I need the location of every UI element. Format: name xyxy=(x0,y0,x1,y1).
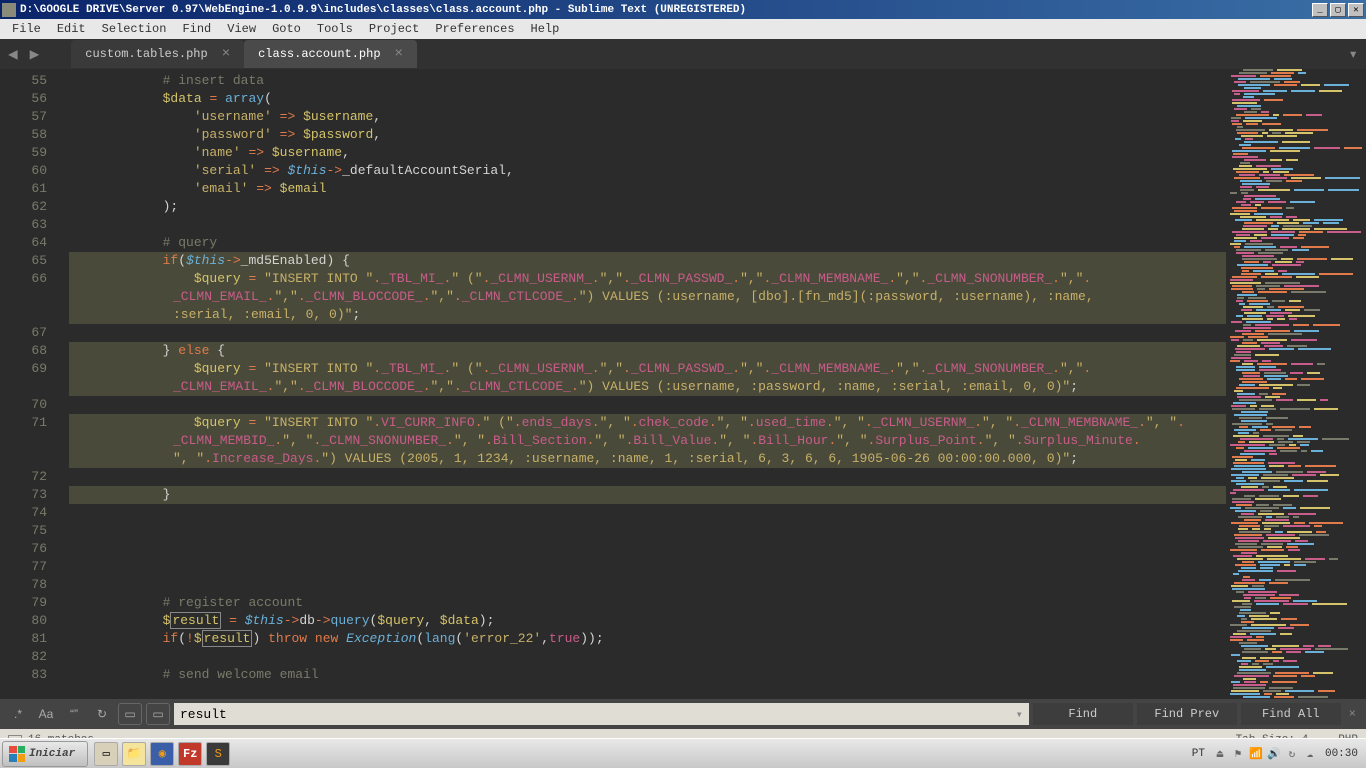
tab-close-icon[interactable]: × xyxy=(395,46,403,62)
tray-sync-icon[interactable]: ↻ xyxy=(1285,747,1299,761)
code-editor[interactable]: 5556575859606162636465666768697071727374… xyxy=(0,69,1226,699)
window-titlebar: D:\GOOGLE DRIVE\Server 0.97\WebEngine-1.… xyxy=(0,0,1366,19)
window-title: D:\GOOGLE DRIVE\Server 0.97\WebEngine-1.… xyxy=(20,4,1312,16)
show-desktop-icon[interactable]: ▭ xyxy=(94,742,118,766)
find-highlight-toggle[interactable]: ▭ xyxy=(146,703,170,725)
filezilla-icon[interactable]: Fz xyxy=(178,742,202,766)
find-input-wrapper: ▾ xyxy=(174,703,1029,725)
line-gutter: 5556575859606162636465666768697071727374… xyxy=(0,69,55,699)
sublime-icon[interactable]: S xyxy=(206,742,230,766)
nav-back-icon[interactable]: ◀ xyxy=(8,44,18,64)
tray-action-center-icon[interactable]: ⚑ xyxy=(1231,747,1245,761)
nav-forward-icon[interactable]: ▶ xyxy=(30,44,40,64)
maximize-button[interactable]: ▢ xyxy=(1330,3,1346,17)
tab-close-icon[interactable]: × xyxy=(222,46,230,62)
find-regex-toggle[interactable]: .* xyxy=(6,703,30,725)
menu-edit[interactable]: Edit xyxy=(49,20,94,38)
find-case-toggle[interactable]: Aa xyxy=(34,703,58,725)
tab-class-account[interactable]: class.account.php × xyxy=(244,40,417,68)
find-all-button[interactable]: Find All xyxy=(1241,703,1341,725)
find-history-dropdown-icon[interactable]: ▾ xyxy=(1016,707,1023,722)
editor-area: 5556575859606162636465666768697071727374… xyxy=(0,69,1366,699)
find-button[interactable]: Find xyxy=(1033,703,1133,725)
start-label: Iniciar xyxy=(29,748,75,760)
menu-find[interactable]: Find xyxy=(174,20,219,38)
windows-taskbar: Iniciar ▭ 📁 ◉ Fz S PT ⏏ ⚑ 📶 🔊 ↻ ☁ 00:30 xyxy=(0,738,1366,768)
menu-preferences[interactable]: Preferences xyxy=(427,20,522,38)
windows-logo-icon xyxy=(9,746,25,762)
tray-language[interactable]: PT xyxy=(1192,748,1205,760)
minimize-button[interactable]: _ xyxy=(1312,3,1328,17)
menu-goto[interactable]: Goto xyxy=(264,20,309,38)
tab-label: custom.tables.php xyxy=(85,47,207,61)
tray-weather-icon[interactable]: ☁ xyxy=(1303,747,1317,761)
menu-help[interactable]: Help xyxy=(523,20,568,38)
menu-selection[interactable]: Selection xyxy=(94,20,175,38)
tray-clock[interactable]: 00:30 xyxy=(1325,748,1358,760)
tray-safely-remove-icon[interactable]: ⏏ xyxy=(1213,747,1227,761)
find-in-selection-toggle[interactable]: ▭ xyxy=(118,703,142,725)
find-bar: .* Aa “” ↻ ▭ ▭ ▾ Find Find Prev Find All… xyxy=(0,699,1366,729)
tray-volume-icon[interactable]: 🔊 xyxy=(1267,747,1281,761)
menu-bar: File Edit Selection Find View Goto Tools… xyxy=(0,19,1366,39)
explorer-icon[interactable]: 📁 xyxy=(122,742,146,766)
minimap[interactable] xyxy=(1226,69,1366,699)
find-input[interactable] xyxy=(180,707,1016,722)
tab-bar: ◀ ▶ custom.tables.php × class.account.ph… xyxy=(0,39,1366,69)
menu-view[interactable]: View xyxy=(219,20,264,38)
find-prev-button[interactable]: Find Prev xyxy=(1137,703,1237,725)
menu-file[interactable]: File xyxy=(4,20,49,38)
code-content[interactable]: # insert data $data = array( 'username' … xyxy=(55,69,1226,699)
close-button[interactable]: ✕ xyxy=(1348,3,1364,17)
app-icon xyxy=(2,3,16,17)
tab-label: class.account.php xyxy=(258,47,380,61)
firefox-icon[interactable]: ◉ xyxy=(150,742,174,766)
find-wrap-toggle[interactable]: ↻ xyxy=(90,703,114,725)
find-word-toggle[interactable]: “” xyxy=(62,703,86,725)
menu-tools[interactable]: Tools xyxy=(309,20,361,38)
tab-custom-tables[interactable]: custom.tables.php × xyxy=(71,40,244,68)
quick-launch: ▭ 📁 ◉ Fz S xyxy=(94,742,230,766)
start-button[interactable]: Iniciar xyxy=(2,741,88,767)
tray-network-icon[interactable]: 📶 xyxy=(1249,747,1263,761)
tab-overflow-icon[interactable]: ▾ xyxy=(1348,44,1358,64)
system-tray: PT ⏏ ⚑ 📶 🔊 ↻ ☁ 00:30 xyxy=(1184,747,1366,761)
find-close-icon[interactable]: × xyxy=(1345,707,1360,721)
menu-project[interactable]: Project xyxy=(361,20,427,38)
